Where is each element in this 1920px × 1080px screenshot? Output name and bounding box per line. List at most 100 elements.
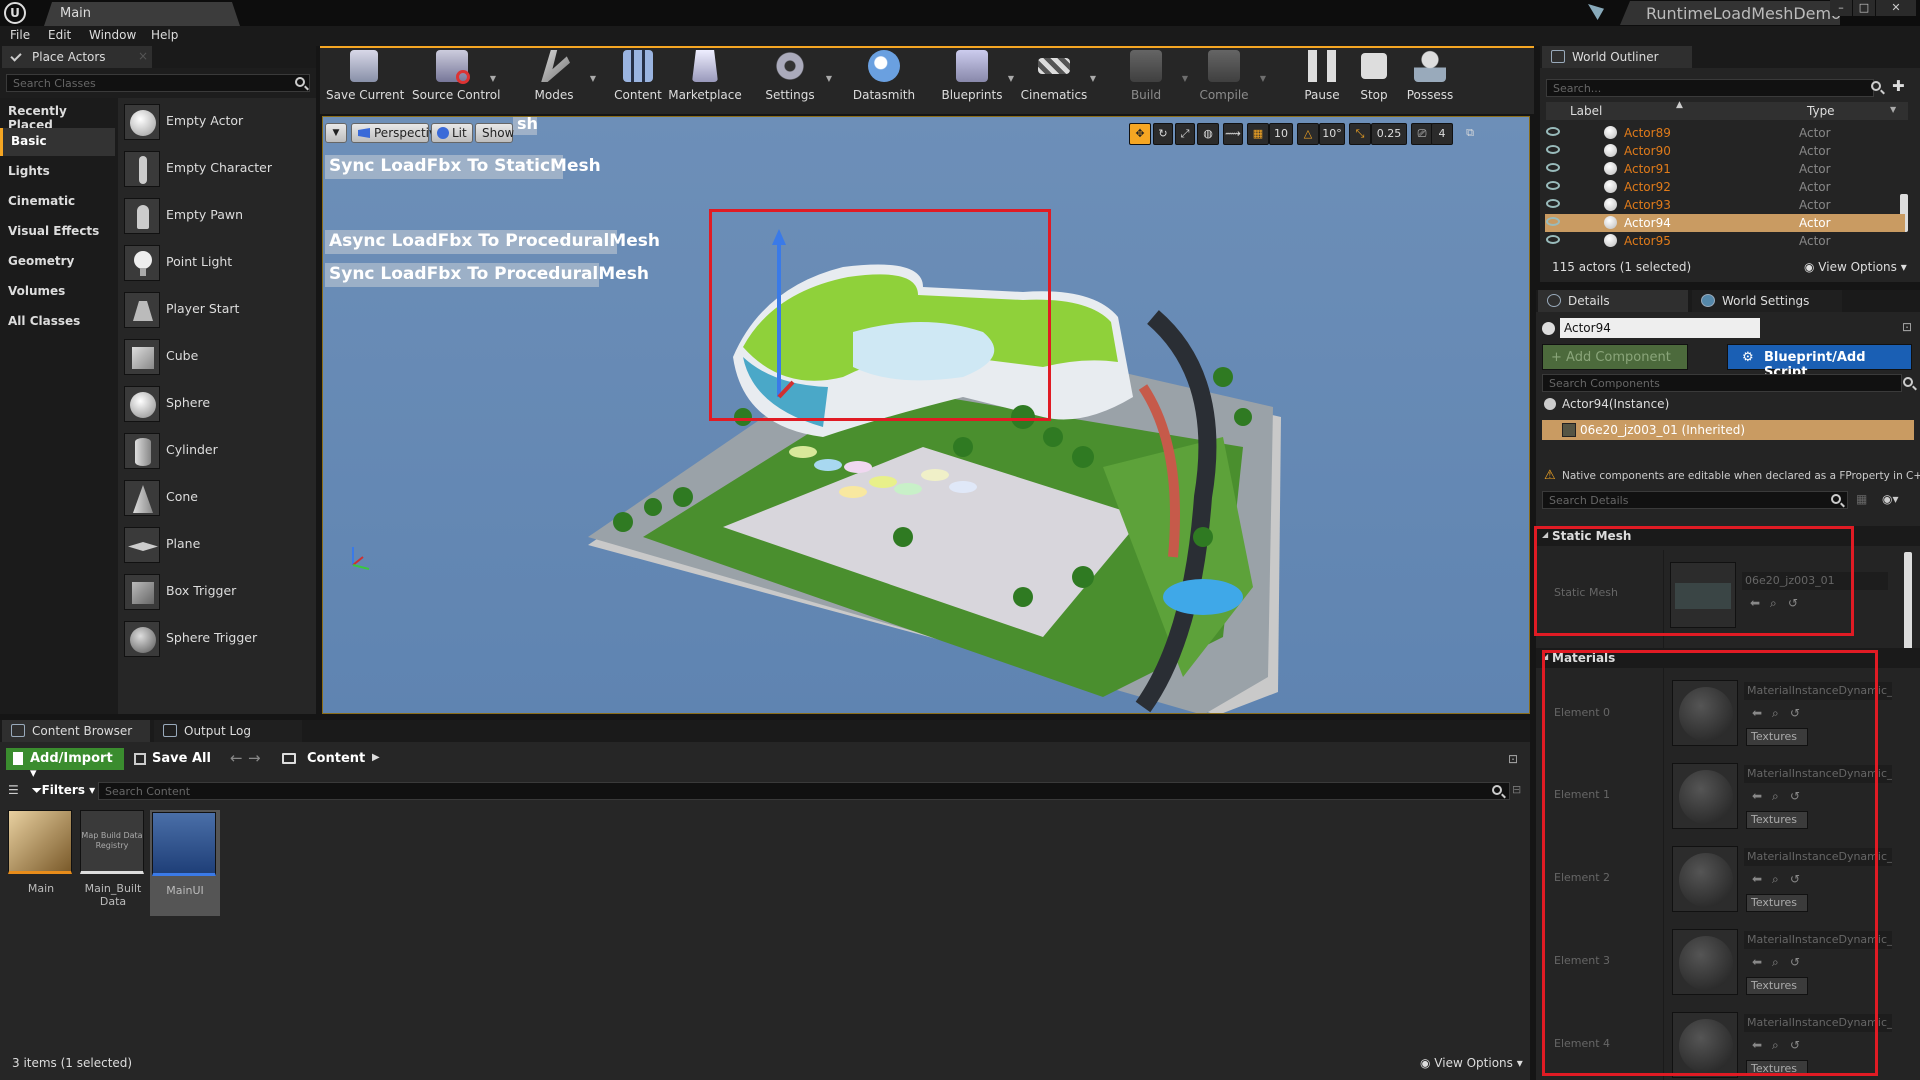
column-dropdown-icon[interactable]: ▼ xyxy=(1890,105,1896,114)
document-tab-main[interactable]: Main xyxy=(44,2,240,26)
visibility-eye-icon[interactable] xyxy=(1546,235,1560,244)
static-mesh-thumbnail[interactable] xyxy=(1670,562,1736,628)
menu-window[interactable]: Window xyxy=(89,28,136,42)
rotate-tool-icon[interactable]: ↻ xyxy=(1153,123,1173,145)
actor-item-point-light[interactable]: Point Light xyxy=(122,241,312,285)
use-selected-arrow-icon[interactable]: ⬅ xyxy=(1752,789,1762,803)
cinematics-button[interactable]: Cinematics ▼ xyxy=(1016,50,1096,106)
asset-mainui-selected[interactable]: MainUI xyxy=(150,810,220,916)
material-thumbnail[interactable] xyxy=(1672,763,1738,829)
search-icon[interactable] xyxy=(295,77,305,87)
filters-button[interactable]: ⏷Filters ▾ xyxy=(32,783,95,798)
outliner-search-input[interactable]: Search... xyxy=(1546,79,1874,97)
path-arrow-icon[interactable]: ▶ xyxy=(372,752,380,763)
category-all-classes[interactable]: All Classes xyxy=(0,308,115,336)
world-space-icon[interactable]: ◍ xyxy=(1197,123,1219,145)
scale-tool-icon[interactable]: ⤢ xyxy=(1175,123,1195,145)
outliner-row[interactable]: Actor93 Actor xyxy=(1545,196,1905,214)
dropdown-arrow-icon[interactable]: ▼ xyxy=(590,74,596,83)
lock-icon[interactable]: ⊡ xyxy=(1508,752,1518,766)
material-dropdown[interactable]: MaterialInstanceDynamic_5 xyxy=(1744,682,1892,700)
reset-icon[interactable]: ↺ xyxy=(1788,596,1798,610)
settings-button[interactable]: Settings ▼ xyxy=(752,50,832,106)
outliner-row[interactable]: Actor92 Actor xyxy=(1545,178,1905,196)
category-basic[interactable]: Basic xyxy=(0,128,115,156)
save-current-button[interactable]: Save Current xyxy=(326,50,404,106)
outliner-row[interactable]: Actor89 Actor xyxy=(1545,124,1905,142)
tab-world-settings[interactable]: World Settings xyxy=(1692,290,1842,312)
category-volumes[interactable]: Volumes xyxy=(0,278,115,306)
ui-button-clipped[interactable]: sh xyxy=(513,117,538,135)
instance-row[interactable]: Actor94(Instance) xyxy=(1542,394,1914,414)
dropdown-arrow-icon[interactable]: ▼ xyxy=(1260,74,1266,83)
visibility-eye-icon[interactable] xyxy=(1546,217,1560,226)
outliner-row[interactable]: Actor91 Actor xyxy=(1545,160,1905,178)
textures-dropdown[interactable]: Textures xyxy=(1746,1060,1808,1076)
textures-dropdown[interactable]: Textures xyxy=(1746,728,1808,746)
lock-icon[interactable]: ⊡ xyxy=(1902,320,1912,334)
browse-search-icon[interactable]: ⌕ xyxy=(1772,872,1779,887)
scale-snap-icon[interactable]: ⤡ xyxy=(1349,123,1371,145)
surface-snap-icon[interactable]: ⟿ xyxy=(1223,123,1243,145)
actor-item-cylinder[interactable]: Cylinder xyxy=(122,429,312,473)
tab-content-browser[interactable]: Content Browser xyxy=(2,720,150,742)
path-content-breadcrumb[interactable]: Content xyxy=(307,751,365,766)
use-selected-arrow-icon[interactable]: ⬅ xyxy=(1752,872,1762,886)
reset-icon[interactable]: ↺ xyxy=(1790,1038,1800,1052)
actor-item-plane[interactable]: Plane xyxy=(122,523,312,567)
search-icon[interactable] xyxy=(1871,81,1881,91)
menu-file[interactable]: File xyxy=(10,28,30,42)
category-geometry[interactable]: Geometry xyxy=(0,248,115,276)
perspective-button[interactable]: Perspective xyxy=(351,123,444,143)
dropdown-arrow-icon[interactable]: ▼ xyxy=(826,74,832,83)
show-button[interactable]: Show xyxy=(475,123,514,143)
dropdown-arrow-icon[interactable]: ▼ xyxy=(1090,74,1096,83)
search-classes-input[interactable]: Search Classes xyxy=(6,74,310,92)
category-lights[interactable]: Lights xyxy=(0,158,115,186)
actor-item-empty-actor[interactable]: Empty Actor xyxy=(122,100,312,144)
browse-search-icon[interactable]: ⌕ xyxy=(1770,596,1777,611)
sync-loadfbx-proceduralmesh-button[interactable]: Sync LoadFbx To ProceduralMesh xyxy=(325,263,649,287)
actor-item-player-start[interactable]: Player Start xyxy=(122,288,312,332)
textures-dropdown[interactable]: Textures xyxy=(1746,894,1808,912)
sort-arrow-icon[interactable]: ▲ xyxy=(1676,100,1683,110)
camera-speed-value[interactable]: 4 xyxy=(1431,123,1453,145)
outliner-row[interactable]: Actor95 Actor xyxy=(1545,232,1905,250)
blueprints-button[interactable]: Blueprints ▼ xyxy=(934,50,1014,106)
browse-search-icon[interactable]: ⌕ xyxy=(1772,1038,1779,1053)
material-thumbnail[interactable] xyxy=(1672,929,1738,995)
static-mesh-dropdown[interactable]: 06e20_jz003_01 xyxy=(1742,572,1888,590)
forward-arrow-icon[interactable]: → xyxy=(248,749,261,767)
use-selected-arrow-icon[interactable]: ⬅ xyxy=(1752,1038,1762,1052)
tab-world-outliner[interactable]: World Outliner xyxy=(1542,46,1692,68)
view-options-button[interactable]: ◉ View Options ▾ xyxy=(1420,1056,1523,1070)
search-icon[interactable] xyxy=(1831,494,1841,504)
minimize-button[interactable]: – xyxy=(1830,0,1852,16)
material-dropdown[interactable]: MaterialInstanceDynamic_5 xyxy=(1744,931,1892,949)
save-search-icon[interactable]: ⊟ xyxy=(1512,783,1521,796)
outliner-row-selected[interactable]: Actor94 Actor xyxy=(1545,214,1905,232)
dropdown-arrow-icon[interactable]: ▼ xyxy=(1008,74,1014,83)
add-filter-icon[interactable]: ✚ xyxy=(1892,77,1905,95)
viewport-menu-button[interactable]: ▼ xyxy=(325,123,347,143)
material-dropdown[interactable]: MaterialInstanceDynamic_5 xyxy=(1744,765,1892,783)
material-thumbnail[interactable] xyxy=(1672,680,1738,746)
add-import-button[interactable]: Add/Import ▾ xyxy=(6,748,124,781)
actor-item-sphere[interactable]: Sphere xyxy=(122,382,312,426)
blueprint-add-script-button[interactable]: ⚙ Blueprint/Add Script xyxy=(1727,344,1912,380)
marketplace-button[interactable]: Marketplace xyxy=(667,50,743,106)
source-control-button[interactable]: Source Control ▼ xyxy=(412,50,500,106)
actor-item-box-trigger[interactable]: Box Trigger xyxy=(122,570,312,614)
view-options-button[interactable]: ◉ View Options ▾ xyxy=(1804,260,1907,274)
build-button[interactable]: Build ▼ xyxy=(1108,50,1188,106)
add-component-button[interactable]: + Add Component xyxy=(1542,344,1688,370)
camera-speed-icon[interactable]: ⎚ xyxy=(1411,123,1433,145)
material-thumbnail[interactable] xyxy=(1672,1012,1738,1078)
save-all-button[interactable]: Save All xyxy=(134,751,211,766)
browse-search-icon[interactable]: ⌕ xyxy=(1772,955,1779,970)
search-icon[interactable] xyxy=(1903,377,1913,387)
actor-item-empty-pawn[interactable]: Empty Pawn xyxy=(122,194,312,238)
datasmith-button[interactable]: Datasmith xyxy=(846,50,922,106)
asset-main-map[interactable]: Main xyxy=(8,810,74,914)
tab-output-log[interactable]: Output Log xyxy=(154,720,302,742)
